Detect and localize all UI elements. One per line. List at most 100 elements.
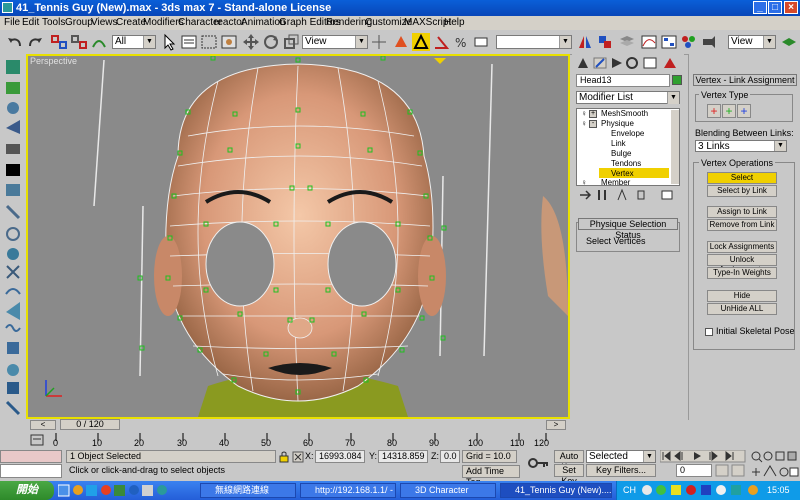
select-and-move-icon[interactable]	[242, 33, 260, 51]
selection-set-dropdown[interactable]: Selected ▼	[586, 450, 656, 463]
render-type-dropdown[interactable]: View ▼	[728, 35, 776, 49]
select-by-link-button[interactable]: Select by Link	[707, 185, 777, 197]
maxscript-listener-mini[interactable]	[0, 450, 62, 463]
curve-editor-icon[interactable]	[640, 33, 658, 51]
unhide-all-button[interactable]: UnHide ALL	[707, 303, 777, 315]
task-wireless-connection[interactable]: 無線網路連線	[200, 483, 296, 498]
lightbulb-icon[interactable]: ♀	[581, 178, 587, 188]
collapse-icon[interactable]: -	[589, 120, 597, 128]
quick-launch-icons[interactable]	[58, 483, 168, 498]
maxscript-input-mini[interactable]	[0, 464, 62, 478]
remove-from-link-button[interactable]: Remove from Link	[707, 219, 777, 231]
minimize-button[interactable]: _	[753, 1, 767, 14]
y-coordinate-field[interactable]: 14318.859	[378, 450, 428, 463]
menu-file[interactable]: File	[4, 16, 20, 30]
time-prev-icon[interactable]: <	[30, 420, 56, 430]
stack-item-bulge[interactable]: Bulge	[611, 149, 631, 159]
mirror-icon[interactable]	[576, 33, 594, 51]
stack-item-meshsmooth[interactable]: MeshSmooth	[601, 109, 648, 119]
lightbulb-icon[interactable]: ♀	[581, 119, 587, 129]
time-next-icon[interactable]: >	[546, 420, 566, 430]
stack-scrollbar[interactable]	[671, 110, 679, 184]
tray-icons[interactable]	[641, 484, 761, 497]
stack-item-physique[interactable]: Physique	[601, 119, 634, 129]
material-editor-icon[interactable]	[680, 33, 698, 51]
menu-views[interactable]: Views	[91, 16, 118, 30]
select-button[interactable]: Select	[707, 172, 777, 184]
modifier-stack[interactable]: ♀ + MeshSmooth ♀ - Physique Envelope Lin…	[576, 108, 680, 188]
spinner-snap-icon[interactable]	[472, 33, 490, 51]
character-head-mesh[interactable]	[28, 56, 568, 417]
task-3ds-max[interactable]: 41_Tennis Guy (New)....	[500, 483, 612, 498]
auto-key-button[interactable]: Auto Key	[554, 450, 584, 472]
object-color-swatch[interactable]	[672, 75, 682, 85]
select-by-name-icon[interactable]	[180, 33, 198, 51]
quick-render-icon[interactable]	[780, 33, 798, 51]
lock-assignments-button[interactable]: Lock Assignments	[707, 241, 777, 253]
rectangular-selection-icon[interactable]	[200, 33, 218, 51]
percent-snap-icon[interactable]: %	[452, 33, 470, 51]
redo-icon[interactable]	[26, 33, 44, 51]
snap-toggle-icon[interactable]	[412, 33, 430, 51]
menu-help[interactable]: Help	[444, 16, 465, 30]
task-3d-character-folder[interactable]: 3D Character	[400, 483, 496, 498]
rigid-vertex-button[interactable]: +	[707, 104, 721, 118]
angle-snap-icon[interactable]	[432, 33, 450, 51]
start-button[interactable]: 開始	[0, 481, 54, 500]
assign-to-link-button[interactable]: Assign to Link	[707, 206, 777, 218]
unlock-assignments-button[interactable]: Unlock Assignments	[707, 254, 777, 274]
menu-tools[interactable]: Tools	[42, 16, 65, 30]
absolute-mode-icon[interactable]	[292, 451, 304, 463]
select-manipulate-icon[interactable]	[392, 33, 410, 51]
time-config-icon[interactable]	[714, 464, 748, 477]
undo-icon[interactable]	[6, 33, 24, 51]
playback-controls[interactable]	[660, 450, 746, 463]
initial-skeletal-pose-checkbox[interactable]	[705, 328, 713, 336]
close-button[interactable]: ×	[784, 1, 798, 14]
add-time-tag-button[interactable]: Add Time Tag	[462, 465, 520, 487]
task-browser[interactable]: http://192.168.1.1/ - M...	[300, 483, 396, 498]
stack-item-link[interactable]: Link	[611, 139, 626, 149]
selection-filter-dropdown[interactable]: All ▼	[112, 35, 156, 49]
reference-coordinate-dropdown[interactable]: View ▼	[302, 35, 368, 49]
unlink-icon[interactable]	[70, 33, 88, 51]
x-coordinate-field[interactable]: 16993.084	[315, 450, 365, 463]
layer-manager-icon[interactable]	[618, 33, 636, 51]
stack-tools[interactable]	[576, 188, 680, 202]
viewport-navigation-icons[interactable]	[750, 450, 800, 478]
object-name-field[interactable]: Head13	[576, 74, 670, 87]
bind-space-warp-icon[interactable]	[90, 33, 108, 51]
schematic-view-icon[interactable]	[660, 33, 678, 51]
select-object-icon[interactable]	[160, 33, 178, 51]
stack-item-member[interactable]: Member	[601, 178, 630, 188]
menu-create[interactable]: Create	[116, 16, 146, 30]
command-panel-tabs[interactable]	[574, 56, 682, 70]
modifier-list-dropdown[interactable]: Modifier List ▼	[576, 91, 680, 104]
time-slider[interactable]: 0 / 120	[60, 419, 120, 430]
render-scene-icon[interactable]	[700, 33, 718, 51]
type-in-weights-button[interactable]: Type-In Weights	[707, 267, 777, 279]
window-crossing-icon[interactable]	[220, 33, 238, 51]
reactor-toolbar-icons[interactable]	[4, 58, 22, 418]
open-mini-curve-editor-icon[interactable]	[30, 433, 44, 447]
set-key-button[interactable]: Set Key	[554, 464, 584, 486]
key-filters-button[interactable]: Key Filters...	[586, 464, 656, 477]
deformable-vertex-button[interactable]: +	[722, 104, 736, 118]
language-indicator[interactable]: CH	[623, 485, 636, 495]
expand-icon[interactable]: +	[589, 110, 597, 118]
pivot-center-icon[interactable]	[370, 33, 388, 51]
stack-item-envelope[interactable]: Envelope	[611, 129, 644, 139]
select-and-scale-icon[interactable]	[282, 33, 300, 51]
perspective-viewport[interactable]: Perspective	[26, 54, 570, 419]
physique-selection-rollout-title[interactable]: Physique Selection Status	[578, 218, 678, 240]
menu-edit[interactable]: Edit	[22, 16, 39, 30]
root-vertex-button[interactable]: +	[737, 104, 751, 118]
lock-icon[interactable]	[278, 450, 290, 463]
align-icon[interactable]	[596, 33, 614, 51]
hide-button[interactable]: Hide	[707, 290, 777, 302]
menu-group[interactable]: Group	[65, 16, 93, 30]
select-and-link-icon[interactable]	[50, 33, 68, 51]
maximize-button[interactable]: □	[768, 1, 782, 14]
select-and-rotate-icon[interactable]	[262, 33, 280, 51]
named-selection-dropdown[interactable]: ▼	[496, 35, 572, 49]
